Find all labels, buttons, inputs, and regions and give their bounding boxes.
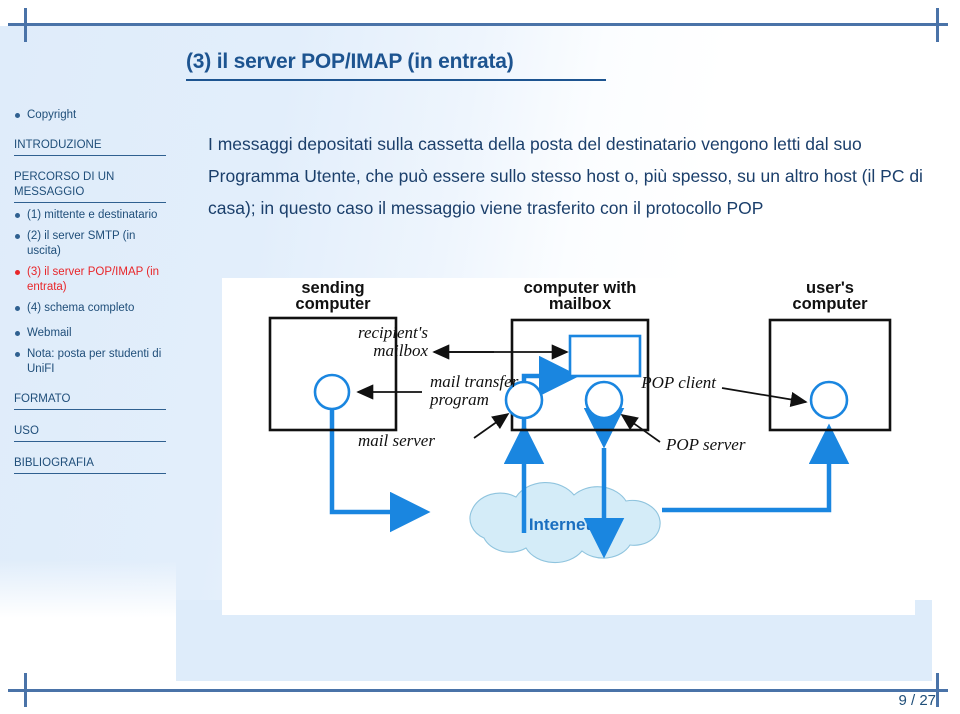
crop-mark-top-rule [8,23,948,26]
crop-mark-bottom-left [24,673,27,707]
recipients-mailbox-label-2: mailbox [373,341,428,360]
sidebar-item-nota-posta-per-studenti-di-unifi[interactable]: Nota: posta per studenti di UniFI [14,347,166,377]
sidebar-section-percorso-di-un-messaggio[interactable]: PERCORSO DI UN MESSAGGIO [14,170,166,203]
mail-transfer-label-1: mail transfer [430,372,519,391]
sidebar-item-1-mittente-e-destinatario[interactable]: (1) mittente e destinatario [14,208,166,223]
crop-mark-top-left [24,8,27,42]
crop-mark-top-right [936,8,939,42]
leader-mail-server [473,413,510,439]
slide-body-text: I messaggi depositati sulla cassetta del… [208,133,923,218]
sidebar-item-copyright[interactable]: Copyright [14,108,166,123]
sidebar-item-2-il-server-smtp-in-uscita[interactable]: (2) il server SMTP (in uscita) [14,229,166,259]
users-computer-label-2: computer [792,295,868,313]
computer-with-mailbox-label-2: mailbox [549,295,612,313]
sidebar-section-bibliografia[interactable]: BIBLIOGRAFIA [14,456,166,474]
crop-mark-bottom-rule [8,689,948,692]
mail-transfer-label-2: program [429,390,489,409]
pop-server-label: POP server [665,435,746,454]
leader-pop-server [620,414,661,443]
sidebar-section-uso[interactable]: USO [14,424,166,442]
sidebar-item-webmail[interactable]: Webmail [14,326,166,341]
mail-server-label: mail server [358,431,435,450]
sidebar-fade-overlay [0,560,176,688]
sidebar-navigation: Copyright INTRODUZIONE PERCORSO DI UN MESS… [0,108,176,479]
sending-computer-label-2: computer [295,295,371,313]
sidebar-item-4-schema-completo[interactable]: (4) schema completo [14,301,166,316]
internet-cloud-label: Internet [529,515,592,534]
crop-mark-bottom-right [936,673,939,707]
recipient-mailbox-rect [568,334,642,378]
page-title: (3) il server POP/IMAP (in entrata) [186,50,606,82]
pop-server-circle [584,380,624,420]
page-number: 9 / 27 [898,692,936,709]
mail-transfer-program-circle [313,373,351,411]
pop-client-circle [809,380,849,420]
sidebar-item-3-il-server-pop-imap-in-entrata[interactable]: (3) il server POP/IMAP (in entrata) [14,265,166,295]
pop-client-label: POP client [640,373,717,392]
email-flow-diagram: Internet sending computer computer with … [222,278,915,615]
sidebar-section-formato[interactable]: FORMATO [14,392,166,410]
recipients-mailbox-label-1: recipient's [358,323,428,342]
sidebar-section-introduzione[interactable]: INTRODUZIONE [14,138,166,156]
leader-pop-client [721,387,808,408]
